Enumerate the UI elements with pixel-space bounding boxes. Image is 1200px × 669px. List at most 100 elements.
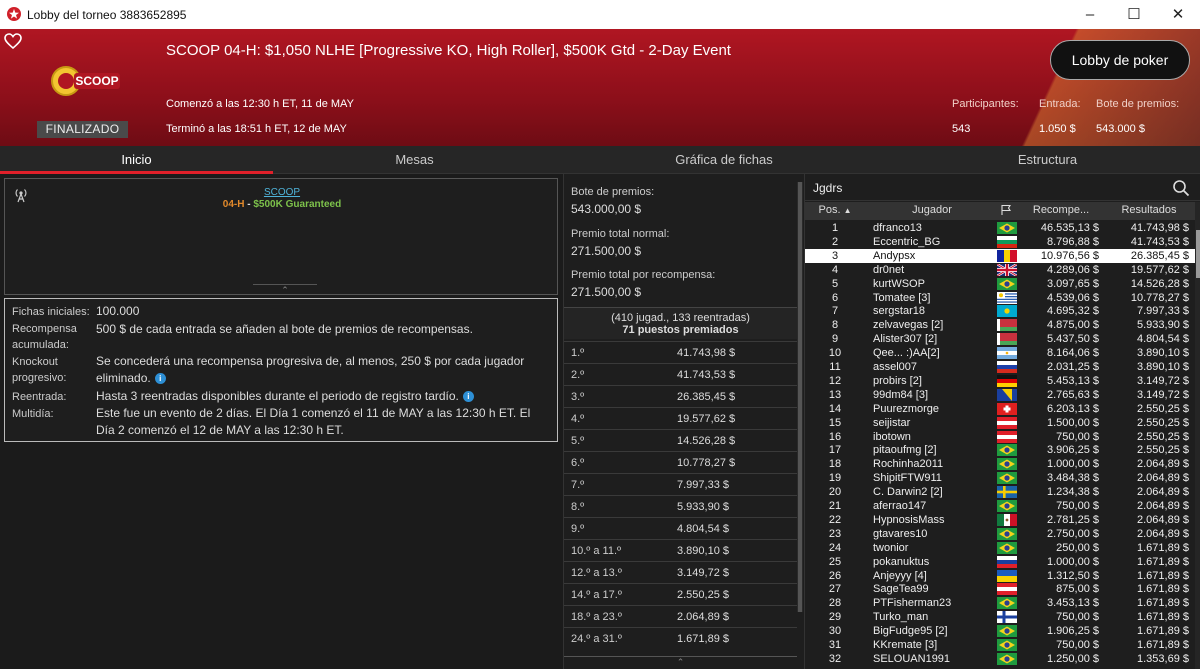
entries-count: (410 jugad., 133 reentradas) [611,312,750,324]
flag-column-icon[interactable] [995,204,1017,219]
player-row[interactable]: 19 ShipitFTW911 3.484,38 $ 2.064,89 $ [805,471,1195,485]
player-row[interactable]: 27 SageTea99 875,00 $ 1.671,89 $ [805,582,1195,596]
player-row[interactable]: 22 HypnosisMass 2.781,25 $ 2.064,89 $ [805,513,1195,527]
player-row[interactable]: 3 Andypsx 10.976,56 $ 26.385,45 $ [805,248,1195,263]
player-row[interactable]: 32 SELOUAN1991 1.250,00 $ 1.353,69 $ [805,652,1195,666]
player-row[interactable]: 12 probirs [2] 5.453,13 $ 3.149,72 $ [805,374,1195,388]
info-icon[interactable]: i [462,391,474,403]
player-row[interactable]: 17 pitaoufmg [2] 3.906,25 $ 2.550,25 $ [805,443,1195,457]
player-search[interactable]: Jgdrs [805,174,1200,201]
player-row[interactable]: 24 twonior 250,00 $ 1.671,89 $ [805,541,1195,555]
player-name: Tomatee [3] [873,291,931,304]
detail-label: Recompensa acumulada: [12,323,77,351]
player-result: 41.743,53 $ [1130,235,1189,248]
tab-chip-chart[interactable]: Gráfica de fichas [563,146,885,174]
player-row[interactable]: 1 dfranco13 46.535,13 $ 41.743,98 $ [805,221,1195,235]
player-name: SageTea99 [873,583,929,596]
flag-brazil-icon [997,222,1017,234]
player-result: 4.804,54 $ [1137,333,1189,346]
player-result: 1.671,89 $ [1137,583,1189,596]
player-row[interactable]: 13 99dm84 [3] 2.765,63 $ 3.149,72 $ [805,388,1195,402]
col-pos-header[interactable]: Pos. ▲ [805,204,865,216]
player-row[interactable]: 9 Alister307 [2] 5.437,50 $ 4.804,54 $ [805,332,1195,346]
payout-row: 24.º a 31.º 1.671,89 $ [564,627,797,649]
col-result-header[interactable]: Resultados [1105,204,1193,216]
tab-estructura[interactable]: Estructura [895,146,1200,174]
player-row[interactable]: 2 Eccentric_BG 8.796,88 $ 41.743,53 $ [805,235,1195,249]
guarantee-text: $500K Guaranteed [253,199,342,210]
expand-handle[interactable]: ⌃ [564,656,797,669]
player-name: BigFudge95 [2] [873,625,948,638]
player-row[interactable]: 20 C. Darwin2 [2] 1.234,38 $ 2.064,89 $ [805,485,1195,499]
player-search-input[interactable]: Jgdrs [813,181,842,195]
payout-row: 6.º 10.778,27 $ [564,451,797,473]
player-row[interactable]: 31 KKremate [3] 750,00 $ 1.671,89 $ [805,638,1195,652]
player-row[interactable]: 28 PTFisherman23 3.453,13 $ 1.671,89 $ [805,596,1195,610]
search-icon[interactable] [1172,179,1190,197]
player-row[interactable]: 10 Qee... :)AA[2] 8.164,06 $ 3.890,10 $ [805,346,1195,360]
maximize-button[interactable]: ☐ [1112,0,1156,29]
payout-amount: 7.997,33 $ [677,479,729,491]
player-position: 25 [828,555,842,568]
player-row[interactable]: 8 zelvavegas [2] 4.875,00 $ 5.933,90 $ [805,318,1195,332]
player-row[interactable]: 7 sergstar18 4.695,32 $ 7.997,33 $ [805,304,1195,318]
player-bounty: 750,00 $ [1056,611,1099,624]
detail-value: 100.000 [96,304,140,318]
poker-lobby-button[interactable]: Lobby de poker [1050,40,1190,80]
player-row[interactable]: 11 assel007 2.031,25 $ 3.890,10 $ [805,360,1195,374]
player-result: 2.064,89 $ [1137,513,1189,526]
player-row[interactable]: 30 BigFudge95 [2] 1.906,25 $ 1.671,89 $ [805,624,1195,638]
prize-scrollbar[interactable] [797,182,803,612]
prize-panel: Bote de premios: 543.000,00 $ Premio tot… [563,174,804,669]
col-bounty-header[interactable]: Recompe... [1019,204,1103,216]
player-bounty: 4.289,06 $ [1047,263,1099,276]
player-result: 14.526,28 $ [1130,277,1189,290]
scrollbar-thumb[interactable] [1196,230,1200,278]
info-icon[interactable]: i [154,373,166,385]
player-result: 3.149,72 $ [1137,388,1189,401]
player-result: 1.671,89 $ [1137,541,1189,554]
flag-austria-icon [997,583,1017,596]
flag-sweden-icon [997,486,1017,499]
payout-amount: 26.385,45 $ [677,391,736,403]
player-position: 30 [828,625,842,638]
payout-row: 18.º a 23.º 2.064,89 $ [564,605,797,627]
scrollbar-thumb[interactable] [798,182,802,612]
player-row[interactable]: 16 ibotown 750,00 $ 2.550,25 $ [805,430,1195,444]
favorite-heart-icon[interactable] [4,33,22,49]
player-position: 26 [828,569,842,582]
player-name: assel007 [873,361,918,373]
payout-place: 3.º [571,391,585,403]
player-position: 3 [831,249,839,262]
player-position: 21 [828,500,842,512]
player-row[interactable]: 4 dr0net 4.289,06 $ 19.577,62 $ [805,263,1195,277]
payout-place: 5.º [571,435,585,447]
player-position: 31 [828,639,842,651]
player-name: pokanuktus [873,555,930,568]
player-result: 1.671,89 $ [1137,555,1189,568]
scoop-link[interactable]: SCOOP [5,187,559,198]
payout-place: 10.º a 11.º [571,545,622,557]
player-row[interactable]: 26 Anjeyyy [4] 1.312,50 $ 1.671,89 $ [805,569,1195,583]
player-name: Anjeyyy [4] [873,569,927,582]
player-row[interactable]: 14 Puurezmorge 6.203,13 $ 2.550,25 $ [805,402,1195,416]
player-row[interactable]: 21 aferrao147 750,00 $ 2.064,89 $ [805,499,1195,513]
collapse-handle[interactable]: ⌃ [253,284,317,296]
player-row[interactable]: 25 pokanuktus 1.000,00 $ 1.671,89 $ [805,555,1195,569]
minimize-button[interactable]: – [1068,0,1112,29]
col-player-header[interactable]: Jugador [873,204,991,216]
player-row[interactable]: 5 kurtWSOP 3.097,65 $ 14.526,28 $ [805,277,1195,291]
players-scrollbar[interactable] [1195,202,1200,669]
payout-amount: 1.671,89 $ [677,633,729,645]
tab-inicio[interactable]: Inicio [0,146,273,174]
player-result: 26.385,45 $ [1130,249,1189,262]
player-row[interactable]: 18 Rochinha2011 1.000,00 $ 2.064,89 $ [805,457,1195,471]
player-row[interactable]: 29 Turko_man 750,00 $ 1.671,89 $ [805,610,1195,624]
tab-mesas[interactable]: Mesas [278,146,551,174]
player-row[interactable]: 23 gtavares10 2.750,00 $ 2.064,89 $ [805,527,1195,541]
player-row[interactable]: 15 seijistar 1.500,00 $ 2.550,25 $ [805,416,1195,430]
player-bounty: 1.000,00 $ [1047,555,1099,568]
player-row[interactable]: 6 Tomatee [3] 4.539,06 $ 10.778,27 $ [805,291,1195,305]
close-button[interactable]: ✕ [1156,0,1200,29]
tournament-details: Fichas iniciales: 100.000 Recompensa acu… [4,298,558,442]
